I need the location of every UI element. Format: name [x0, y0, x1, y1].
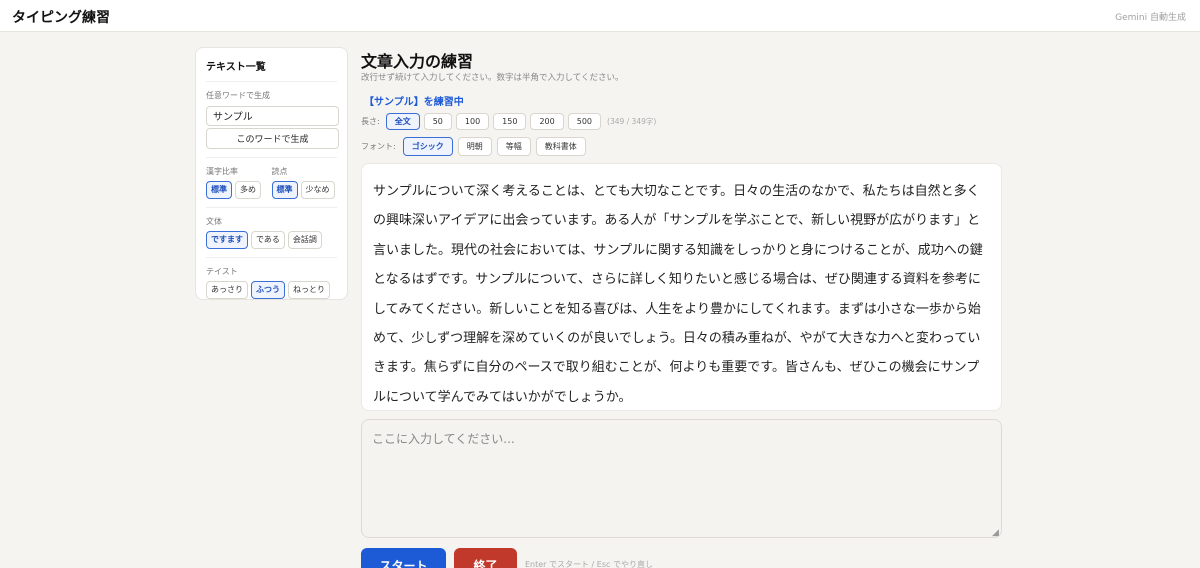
font-option[interactable]: ゴシック	[402, 137, 453, 156]
generator-note: Gemini 自動生成	[1115, 13, 1186, 23]
keyboard-hint: Enter でスタート / Esc でやり直し	[525, 560, 653, 568]
style-option[interactable]: である	[251, 230, 285, 249]
divider	[206, 256, 337, 258]
resize-handle-icon[interactable]: ◢	[992, 528, 999, 538]
kanji-option[interactable]: 多め	[235, 180, 261, 199]
word-label: 任意ワードで生成	[206, 91, 270, 100]
taste-option[interactable]: あっさり	[206, 280, 248, 299]
start-button[interactable]: スタート	[361, 548, 446, 568]
taste-option[interactable]: ねっとり	[288, 280, 330, 299]
length-option[interactable]: 500	[567, 113, 602, 130]
font-option[interactable]: 明朝	[457, 137, 492, 156]
typing-input[interactable]	[361, 419, 1002, 538]
sidebar: テキスト一覧 任意ワードで生成 このワードで生成 漢字比率 読点 標準 多め 標…	[195, 47, 348, 300]
app-title: タイピング練習	[12, 10, 110, 26]
font-option[interactable]: 等幅	[496, 137, 531, 156]
style-option[interactable]: 会話調	[287, 230, 322, 249]
length-label: 長さ:	[361, 117, 380, 126]
length-option[interactable]: 150	[493, 113, 527, 130]
font-option[interactable]: 教科書体	[535, 137, 586, 156]
practice-text: サンプルについて深く考えることは、とても大切なことです。日々の生活のなかで、私た…	[361, 163, 1002, 411]
length-option[interactable]: 50	[423, 113, 452, 130]
kanji-option[interactable]: 標準	[206, 180, 232, 199]
length-count: (349 / 349字)	[607, 117, 657, 126]
page-title: 文章入力の練習	[361, 52, 474, 71]
length-selector: 長さ: 全文 50 100 150 200 500 (349 / 349字)	[361, 113, 656, 130]
end-button[interactable]: 終了	[454, 548, 517, 568]
generate-button[interactable]: このワードで生成	[206, 127, 339, 149]
kanji-label: 漢字比率	[206, 166, 238, 176]
taste-label: テイスト	[206, 266, 238, 276]
sidebar-title: テキスト一覧	[206, 58, 337, 82]
word-input[interactable]	[206, 105, 339, 126]
length-option[interactable]: 100	[455, 113, 490, 130]
divider	[206, 206, 337, 208]
length-option[interactable]: 200	[530, 113, 564, 130]
length-option[interactable]: 全文	[385, 113, 420, 130]
style-label: 文体	[206, 216, 222, 226]
comma-label: 読点	[271, 166, 288, 176]
font-label: フォント:	[361, 142, 396, 151]
page-subtitle: 改行せず続けて入力してください。数字は半角で入力してください。	[361, 73, 624, 83]
taste-option[interactable]: ふつう	[251, 280, 285, 299]
practicing-label: 【サンプル】を練習中	[364, 97, 464, 108]
comma-option[interactable]: 標準	[271, 180, 298, 199]
comma-option[interactable]: 少なめ	[300, 180, 335, 199]
font-selector: フォント: ゴシック 明朝 等幅 教科書体	[361, 137, 586, 156]
style-option[interactable]: ですます	[206, 230, 248, 249]
top-bar: タイピング練習 Gemini 自動生成	[0, 0, 1200, 32]
